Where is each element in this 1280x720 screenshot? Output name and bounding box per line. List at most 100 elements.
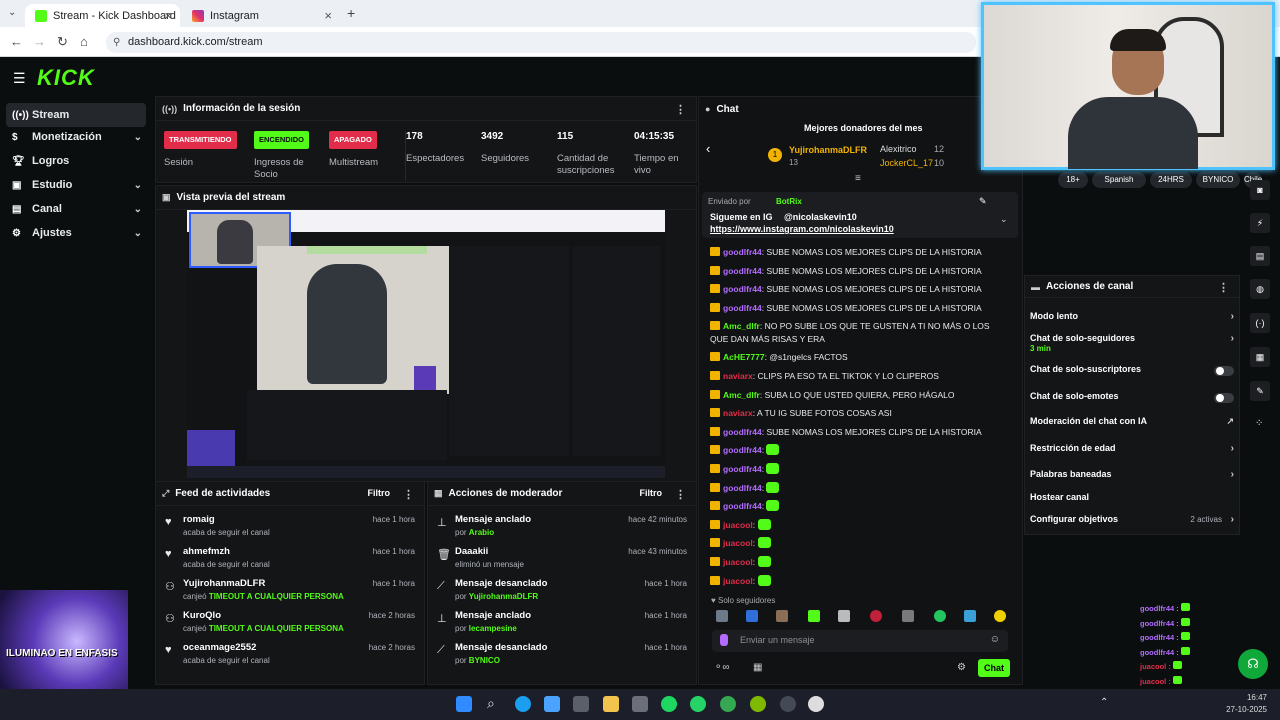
chat-message[interactable]: juacool: (710, 518, 1010, 532)
url-field[interactable]: ⚲ dashboard.kick.com/stream (106, 32, 976, 53)
emote-icon[interactable] (776, 610, 788, 622)
chat-username[interactable]: juacool (723, 538, 753, 548)
emote-icon[interactable] (716, 610, 728, 622)
activity-user[interactable]: romaig (183, 514, 215, 525)
reload-icon[interactable]: ↻ (57, 34, 68, 50)
channel-action-item[interactable]: Palabras baneadas › (1030, 469, 1236, 489)
emote-icon[interactable] (808, 610, 820, 622)
channel-action-item[interactable]: Chat de solo-suscriptores (1030, 364, 1236, 384)
moderator-name[interactable]: Arabio (469, 528, 494, 537)
activity-item[interactable]: ⚇ KuroQlo canjeó TIMEOUT A CUALQUIER PERSO… (163, 610, 417, 642)
more-options-icon[interactable]: ⋮ (675, 488, 686, 501)
chat-message[interactable]: juacool: (710, 556, 1010, 569)
chat-username[interactable]: AcHE7777 (723, 352, 765, 362)
rail-clip-icon[interactable]: ◙ (1250, 180, 1270, 200)
chat-input[interactable]: Enviar un mensaje ☺ (712, 630, 1008, 652)
pin-icon[interactable]: ✎ (979, 196, 987, 207)
channel-action-item[interactable]: Modo lento › (1030, 311, 1236, 331)
filter-button[interactable]: Filtro (640, 488, 663, 498)
chat-username[interactable]: goodlfr44 (723, 247, 762, 257)
donor-name[interactable]: Alexitrico (880, 144, 917, 154)
channel-action-item[interactable]: Moderación del chat con IA ↗ (1030, 416, 1236, 436)
sidebar-item-canal[interactable]: ▤ Canal ⌄ (6, 197, 146, 221)
windows-start-icon[interactable] (456, 696, 472, 712)
chat-message[interactable]: goodlfr44: (710, 463, 1010, 476)
chevron-left-icon[interactable]: ‹ (706, 141, 710, 156)
sidebar-item-monetizacion[interactable]: $ Monetización ⌄ (6, 125, 146, 149)
moderator-name[interactable]: YujirohanmaDLFR (469, 592, 538, 601)
chat-message[interactable]: goodlfr44: (710, 481, 1010, 495)
activity-user[interactable]: oceanmage2552 (183, 642, 256, 653)
xbox-icon[interactable] (750, 696, 766, 712)
collapse-icon[interactable]: ≡ (855, 173, 861, 184)
pinned-bot-name[interactable]: BotRix (776, 197, 802, 206)
emote-icon[interactable] (994, 610, 1006, 622)
close-tab-icon[interactable]: × (324, 8, 332, 23)
emote-icon[interactable] (902, 610, 914, 622)
chat-message[interactable]: Amc_dlfr: SUBA LO QUE USTED QUIERA, PERO… (710, 389, 1010, 402)
chat-username[interactable]: goodlfr44 (723, 284, 762, 294)
clock-date[interactable]: 27-10-2025 (1219, 705, 1267, 714)
chat-username[interactable]: Amc_dlfr (723, 321, 760, 331)
activity-user[interactable]: YujirohanmaDLFR (183, 578, 265, 589)
pinned-link[interactable]: https://www.instagram.com/nicolaskevin10 (710, 224, 894, 234)
activity-user[interactable]: ahmefmzh (183, 546, 230, 557)
tray-expand-icon[interactable]: ⌃ (1100, 697, 1108, 708)
chat-username[interactable]: goodlfr44 (723, 427, 762, 437)
chat-message[interactable]: naviarx: CLIPS PA ESO TA EL TIKTOK Y LO … (710, 370, 1010, 383)
menu-icon[interactable]: ☰ (13, 70, 26, 87)
tab-list-icon[interactable]: ⌄ (8, 7, 16, 18)
rail-users-icon[interactable]: ▦ (1250, 347, 1270, 367)
chat-message[interactable]: goodlfr44: (710, 500, 1010, 513)
mod-action-item[interactable]: 🗑︎ Daaakii eliminó un mensaje hace 43 minut… (435, 546, 689, 578)
moderator-name[interactable]: BYNICO (469, 656, 500, 665)
chrome-icon[interactable] (720, 696, 736, 712)
new-tab-icon[interactable]: + (347, 5, 355, 21)
emote-icon[interactable] (870, 610, 882, 622)
chat-username[interactable]: naviarx (723, 408, 753, 418)
activity-item[interactable]: ♥ ahmefmzh acaba de seguir el canal hace 1 … (163, 546, 417, 578)
chat-username[interactable]: goodlfr44 (723, 483, 762, 493)
close-tab-icon[interactable]: × (164, 8, 172, 23)
mic-icon[interactable] (720, 634, 728, 646)
mod-action-item[interactable]: ⊥ Mensaje anclado por lecampesine hace 1 ho… (435, 610, 689, 642)
sidebar-item-ajustes[interactable]: ⚙ Ajustes ⌄ (6, 221, 146, 245)
activity-item[interactable]: ♥ oceanmage2552 acaba de seguir el canal ha… (163, 642, 417, 674)
rail-settings-icon[interactable]: ⁘ (1255, 418, 1263, 429)
toggle-switch[interactable] (1214, 393, 1234, 403)
emote-icon[interactable] (838, 610, 850, 622)
donor-name[interactable]: YujirohanmaDLFR (789, 145, 867, 155)
chat-username[interactable]: juacool (723, 576, 753, 586)
chat-username[interactable]: goodlfr44 (723, 464, 762, 474)
mod-action-item[interactable]: ⊥ Mensaje anclado por Arabio hace 42 minuto… (435, 514, 689, 546)
emote-icon[interactable] (934, 610, 946, 622)
mod-action-item[interactable]: ⟋ Mensaje desanclado por YujirohanmaDLFR ha… (435, 578, 689, 610)
send-chat-button[interactable]: Chat (978, 659, 1010, 677)
channel-action-item[interactable]: Hostear canal (1030, 492, 1236, 512)
channel-action-item[interactable]: Chat de solo-emotes (1030, 391, 1236, 411)
more-options-icon[interactable]: ⋮ (403, 488, 414, 501)
media-player-icon[interactable] (808, 696, 824, 712)
spotify-icon[interactable] (661, 696, 677, 712)
activity-user[interactable]: KuroQlo (183, 610, 221, 621)
chat-message[interactable]: goodlfr44: SUBE NOMAS LOS MEJORES CLIPS … (710, 426, 1010, 439)
moderator-name[interactable]: lecampesine (469, 624, 517, 633)
chat-username[interactable]: juacool (723, 557, 753, 567)
file-explorer-icon[interactable] (603, 696, 619, 712)
store-icon[interactable] (544, 696, 560, 712)
channel-action-item[interactable]: Configurar objetivos 2 activas › (1030, 514, 1236, 534)
chat-message[interactable]: juacool: (710, 537, 1010, 550)
edge-icon[interactable] (515, 696, 531, 712)
rail-tool-icon[interactable]: ✎ (1250, 381, 1270, 401)
chat-message[interactable]: Amc_dlfr: NO PO SUBE LOS QUE TE GUSTEN A… (710, 320, 1010, 346)
chat-username[interactable]: goodlfr44 (723, 445, 762, 455)
chat-username[interactable]: goodlfr44 (723, 501, 762, 511)
toggle-switch[interactable] (1214, 366, 1234, 376)
rail-broadcast-icon[interactable]: (·) (1250, 313, 1270, 333)
app-icon[interactable] (632, 696, 648, 712)
emoji-icon[interactable]: ☺ (990, 634, 1000, 645)
chat-message[interactable]: AcHE7777: @s1ngelcs FACTOS (710, 351, 1010, 364)
stream-preview-video[interactable] (187, 210, 665, 478)
chat-username[interactable]: goodlfr44 (723, 303, 762, 313)
sidebar-item-estudio[interactable]: ▣ Estudio ⌄ (6, 173, 146, 197)
